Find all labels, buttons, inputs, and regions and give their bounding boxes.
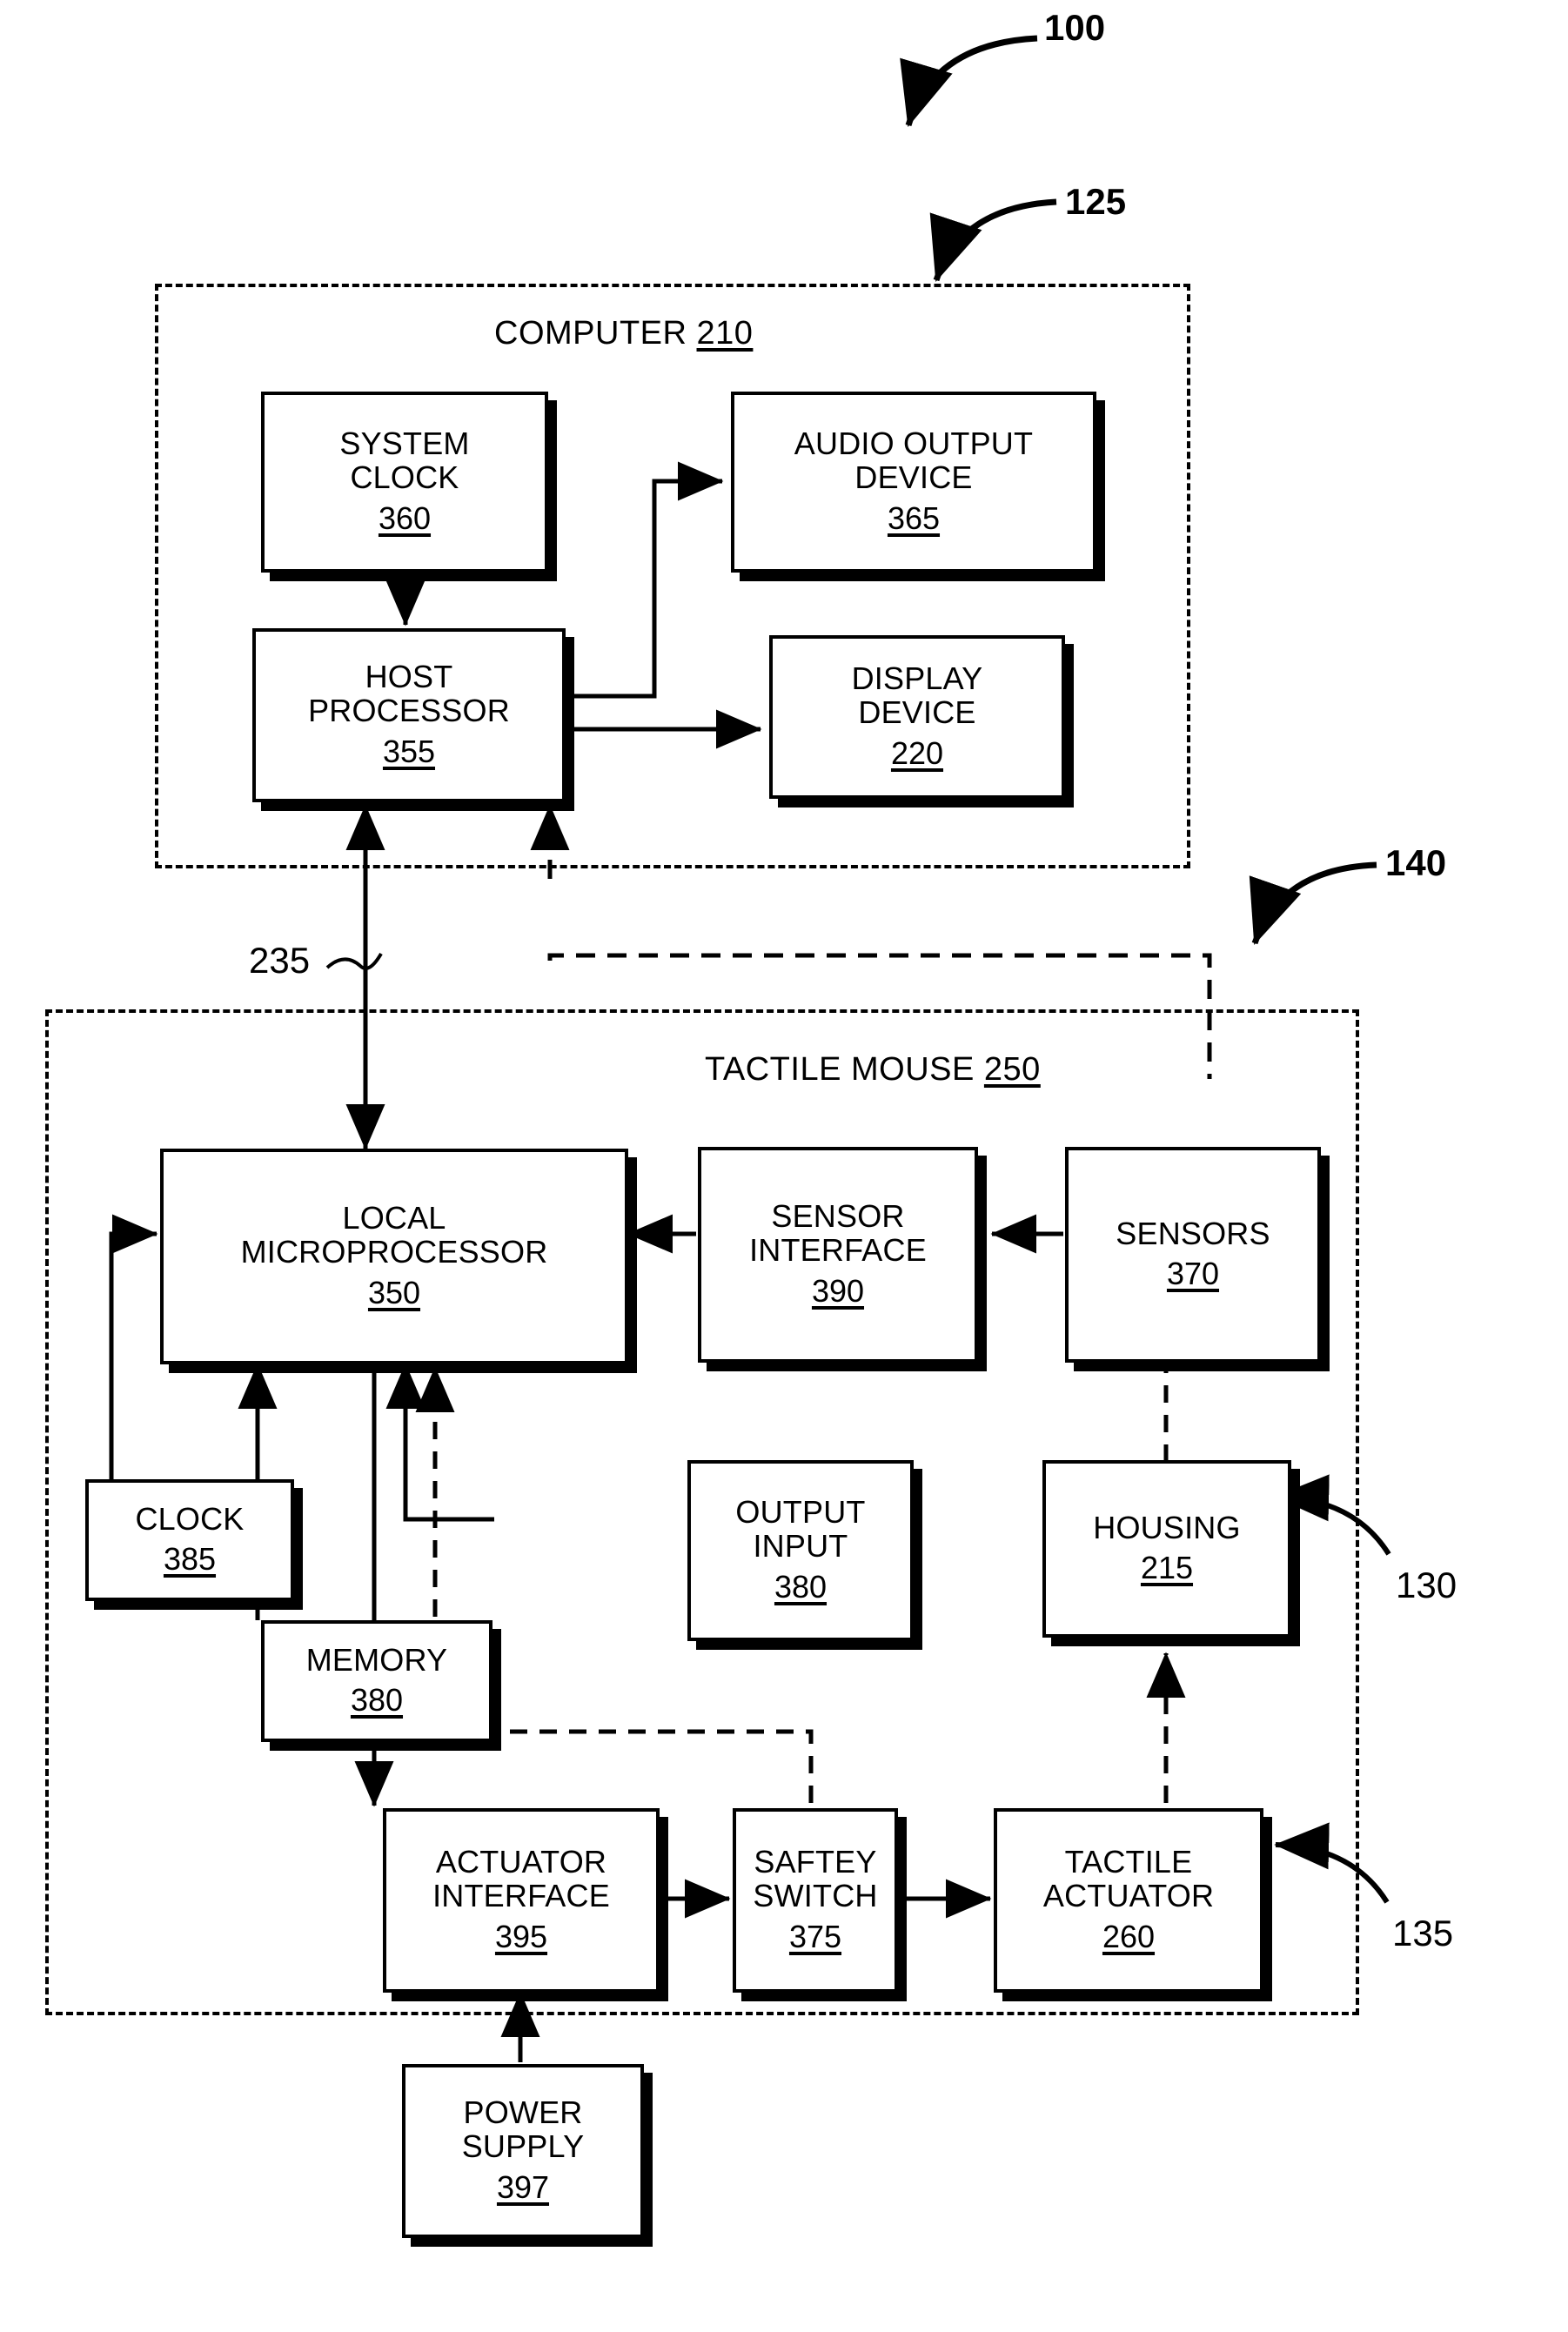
reference-numeral-100: 100	[1044, 7, 1106, 48]
box-sensor-interface-number: 390	[811, 1272, 865, 1309]
box-output-input-number: 380	[774, 1568, 828, 1605]
leader-arrow-100	[900, 35, 1038, 128]
mouse-caption-number: 250	[983, 1051, 1041, 1088]
box-system-clock-label: SYSTEM CLOCK	[339, 426, 470, 495]
reference-numeral-235: 235	[249, 940, 311, 981]
box-housing-number: 215	[1140, 1550, 1194, 1586]
box-display-device-label: DISPLAY DEVICE	[851, 660, 983, 730]
box-saftey-switch-label: SAFTEY SWITCH	[753, 1844, 878, 1913]
box-tactile-actuator[interactable]: TACTILE ACTUATOR 260	[994, 1808, 1263, 1993]
box-power-supply-number: 397	[496, 2168, 550, 2205]
box-display-device[interactable]: DISPLAY DEVICE 220	[769, 635, 1065, 799]
box-audio-output-device-label: AUDIO OUTPUT DEVICE	[794, 426, 1034, 495]
box-clock-number: 385	[163, 1541, 217, 1578]
box-housing-label: HOUSING	[1093, 1509, 1241, 1545]
box-audio-output-device-number: 365	[887, 499, 941, 536]
box-sensors[interactable]: SENSORS 370	[1065, 1147, 1321, 1363]
box-sensor-interface-label: SENSOR INTERFACE	[749, 1198, 927, 1268]
box-memory[interactable]: MEMORY 380	[261, 1620, 493, 1742]
box-display-device-number: 220	[890, 734, 944, 771]
box-clock[interactable]: CLOCK 385	[85, 1479, 294, 1601]
box-system-clock-number: 360	[378, 499, 432, 536]
box-housing[interactable]: HOUSING 215	[1042, 1460, 1291, 1638]
box-host-processor-label: HOST PROCESSOR	[308, 659, 510, 728]
box-local-microprocessor-number: 350	[367, 1274, 421, 1310]
box-clock-label: CLOCK	[135, 1500, 245, 1537]
box-host-processor[interactable]: HOST PROCESSOR 355	[252, 628, 566, 802]
computer-region-caption: COMPUTER 210	[494, 315, 753, 352]
patent-figure-page: COMPUTER 210 TACTILE MOUSE 250 SYSTEM CL…	[0, 0, 1568, 2332]
reference-numeral-135: 135	[1392, 1913, 1454, 1953]
box-audio-output-device[interactable]: AUDIO OUTPUT DEVICE 365	[731, 392, 1096, 573]
box-power-supply-label: POWER SUPPLY	[461, 2094, 585, 2164]
box-tactile-actuator-number: 260	[1102, 1918, 1156, 1954]
leader-arrow-125	[929, 198, 1057, 282]
computer-caption-number: 210	[696, 315, 754, 352]
box-sensors-number: 370	[1166, 1256, 1220, 1292]
mouse-caption-text: TACTILE MOUSE	[705, 1051, 975, 1088]
box-memory-label: MEMORY	[305, 1641, 448, 1678]
box-actuator-interface-number: 395	[494, 1918, 548, 1954]
box-sensors-label: SENSORS	[1116, 1215, 1270, 1251]
leader-235	[325, 952, 383, 970]
computer-caption-text: COMPUTER	[494, 315, 687, 352]
box-output-input[interactable]: OUTPUT INPUT 380	[687, 1460, 914, 1641]
box-actuator-interface-label: ACTUATOR INTERFACE	[432, 1844, 610, 1913]
box-power-supply[interactable]: POWER SUPPLY 397	[402, 2064, 644, 2238]
box-local-microprocessor-label: LOCAL MICROPROCESSOR	[240, 1200, 548, 1270]
reference-numeral-140: 140	[1385, 842, 1447, 883]
box-saftey-switch[interactable]: SAFTEY SWITCH 375	[733, 1808, 898, 1993]
box-local-microprocessor[interactable]: LOCAL MICROPROCESSOR 350	[160, 1149, 628, 1364]
reference-numeral-130: 130	[1396, 1565, 1457, 1605]
box-system-clock[interactable]: SYSTEM CLOCK 360	[261, 392, 548, 573]
box-output-input-label: OUTPUT INPUT	[735, 1494, 866, 1564]
box-host-processor-number: 355	[382, 733, 436, 769]
box-actuator-interface[interactable]: ACTUATOR INTERFACE 395	[383, 1808, 660, 1993]
tactile-mouse-region-caption: TACTILE MOUSE 250	[705, 1051, 1041, 1089]
box-memory-number: 380	[350, 1682, 404, 1719]
box-tactile-actuator-label: TACTILE ACTUATOR	[1042, 1844, 1215, 1913]
reference-numeral-125: 125	[1065, 181, 1127, 222]
box-sensor-interface[interactable]: SENSOR INTERFACE 390	[698, 1147, 978, 1363]
box-saftey-switch-number: 375	[788, 1918, 842, 1954]
leader-arrow-140	[1249, 861, 1377, 945]
